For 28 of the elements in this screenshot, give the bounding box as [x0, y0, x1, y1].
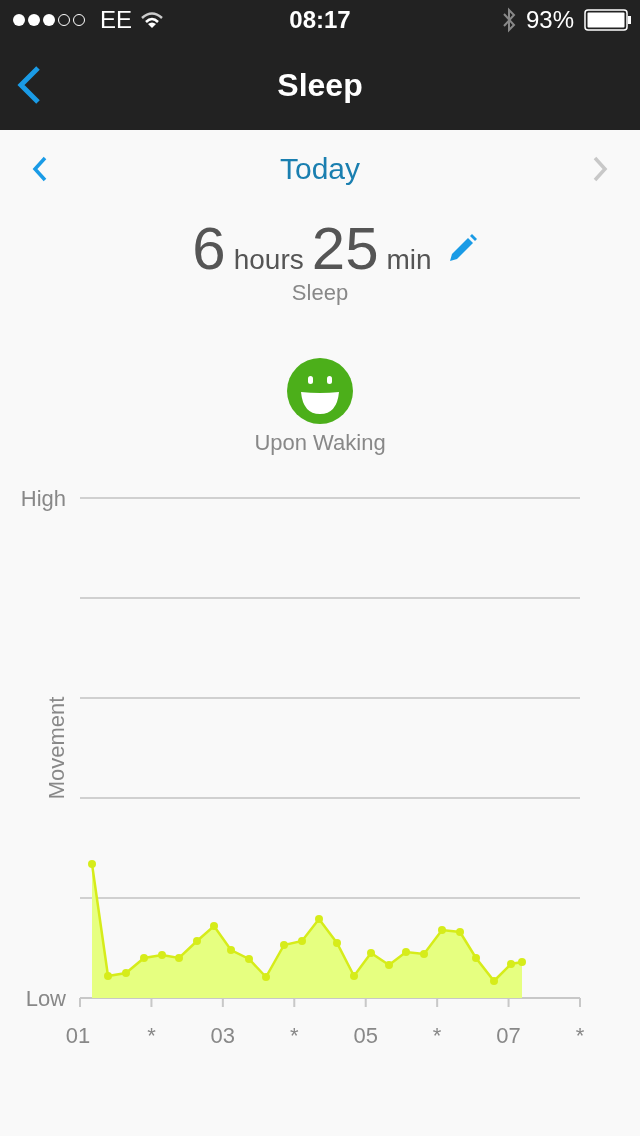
- screen-title: Sleep: [277, 66, 363, 104]
- bluetooth-icon: [501, 7, 516, 33]
- clock-time: 08:17: [289, 6, 351, 34]
- x-axis-label: *: [432, 1023, 442, 1048]
- hours-value: 6: [192, 214, 226, 284]
- x-axis-label: 05: [353, 1023, 378, 1048]
- y-axis-title: Movement: [44, 696, 69, 800]
- back-button[interactable]: [16, 65, 42, 105]
- battery-icon: [584, 9, 632, 31]
- x-axis-label: *: [575, 1023, 585, 1048]
- y-axis-label: Low: [25, 986, 66, 1011]
- right-chevron-icon: [592, 156, 608, 182]
- carrier-name: EE: [100, 6, 132, 34]
- battery-percentage: 93%: [525, 6, 574, 34]
- wifi-icon: [140, 11, 164, 29]
- x-axis-label: 01: [65, 1023, 91, 1048]
- date-label: Today: [279, 152, 361, 186]
- minutes-unit: min: [386, 244, 432, 276]
- mood-label: Upon Waking: [254, 430, 386, 456]
- left-chevron-icon: [32, 156, 48, 182]
- hours-unit: hours: [233, 244, 304, 276]
- x-axis-label: *: [147, 1023, 156, 1048]
- x-axis-label: 07: [496, 1023, 521, 1048]
- smiley-icon: [287, 358, 353, 424]
- x-axis-label: 03: [210, 1023, 236, 1048]
- x-axis-label: *: [290, 1023, 299, 1048]
- y-axis-label: High: [20, 486, 66, 511]
- back-chevron-icon: [16, 65, 42, 105]
